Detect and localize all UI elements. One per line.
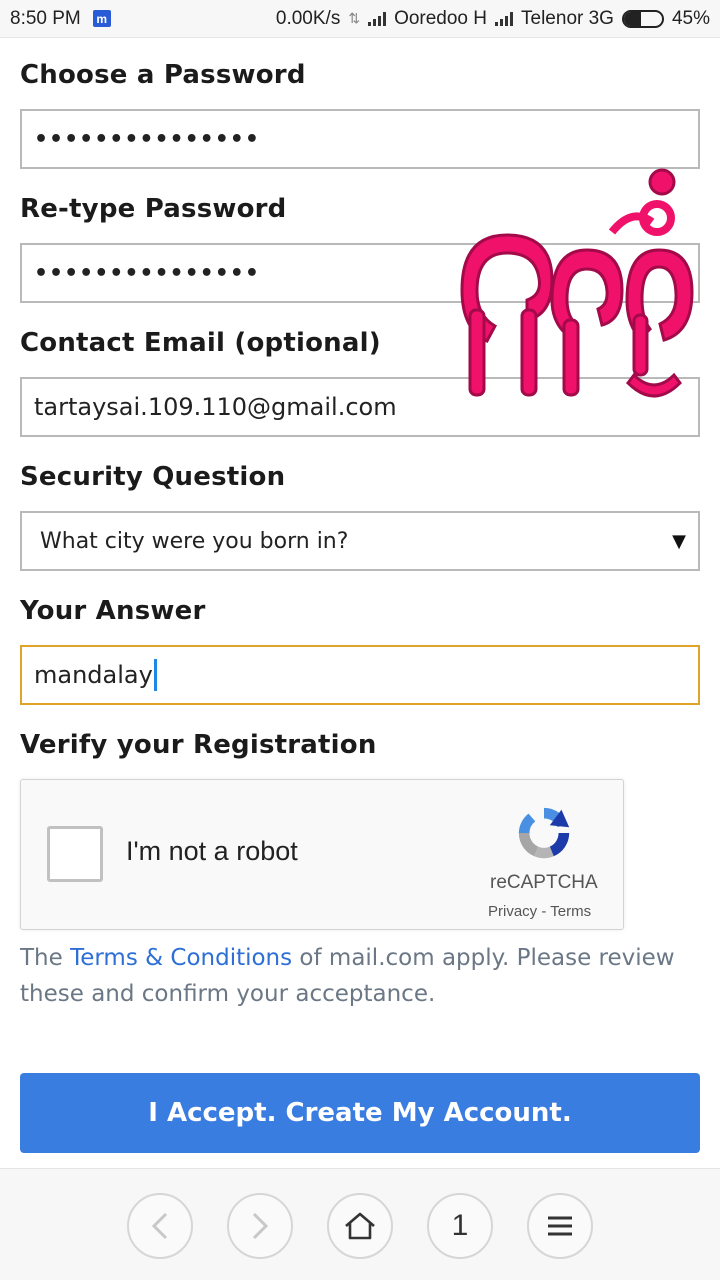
data-arrows-icon: ⇅ [348, 10, 361, 26]
battery-percent: 45% [671, 7, 710, 29]
carrier-2: Telenor 3G [521, 7, 614, 29]
recaptcha-checkbox[interactable] [47, 826, 103, 882]
terms-prefix: The [20, 945, 71, 971]
recaptcha-brand: reCAPTCHA [490, 872, 598, 893]
status-time: 8:50 PM [10, 7, 81, 29]
home-button[interactable] [327, 1193, 393, 1259]
recaptcha-logo-icon [518, 807, 570, 859]
carrier-1: Ooredoo H [394, 7, 488, 29]
chevron-right-icon [252, 1212, 269, 1240]
your-answer-label: Your Answer [20, 596, 206, 626]
contact-email-label: Contact Email (optional) [20, 328, 381, 358]
signal-icon [368, 11, 387, 26]
menu-button[interactable] [527, 1193, 593, 1259]
recaptcha-widget: I'm not a robot reCAPTCHA Privacy - Term… [20, 779, 624, 930]
text-caret [153, 659, 157, 691]
home-icon [345, 1212, 375, 1240]
terms-conditions-link[interactable]: Terms & Conditions [70, 945, 292, 971]
terms-text: The Terms & Conditions of mail.com apply… [20, 940, 700, 1012]
back-button[interactable] [127, 1193, 193, 1259]
status-bar: 8:50 PM m 0.00K/s ⇅ Ooredoo H Telenor 3G… [0, 0, 720, 38]
verify-registration-label: Verify your Registration [20, 730, 377, 760]
retype-password-label: Re-type Password [20, 194, 287, 224]
hamburger-menu-icon [548, 1216, 572, 1236]
forward-button[interactable] [227, 1193, 293, 1259]
security-question-value: What city were you born in? [40, 528, 349, 554]
answer-value: mandalay [34, 661, 153, 689]
browser-nav-bar: 1 [0, 1168, 720, 1280]
watermark-logo [460, 168, 694, 398]
password-label: Choose a Password [20, 60, 306, 90]
accept-create-account-button[interactable]: I Accept. Create My Account. [20, 1073, 700, 1153]
security-question-label: Security Question [20, 462, 286, 492]
security-question-select[interactable]: What city were you born in? ▼ [20, 511, 700, 571]
battery-icon [621, 9, 664, 28]
tab-count: 1 [451, 1209, 469, 1242]
signal-icon-2 [495, 11, 514, 26]
recaptcha-privacy-terms-link[interactable]: Privacy - Terms [488, 903, 591, 920]
tabs-button[interactable]: 1 [427, 1193, 493, 1259]
dropdown-arrow-icon: ▼ [672, 531, 686, 552]
your-answer-field[interactable]: mandalay [20, 645, 700, 705]
chevron-left-icon [151, 1212, 168, 1240]
mail-app-icon: m [92, 10, 111, 27]
recaptcha-label: I'm not a robot [126, 836, 298, 866]
net-speed: 0.00K/s [275, 7, 341, 29]
